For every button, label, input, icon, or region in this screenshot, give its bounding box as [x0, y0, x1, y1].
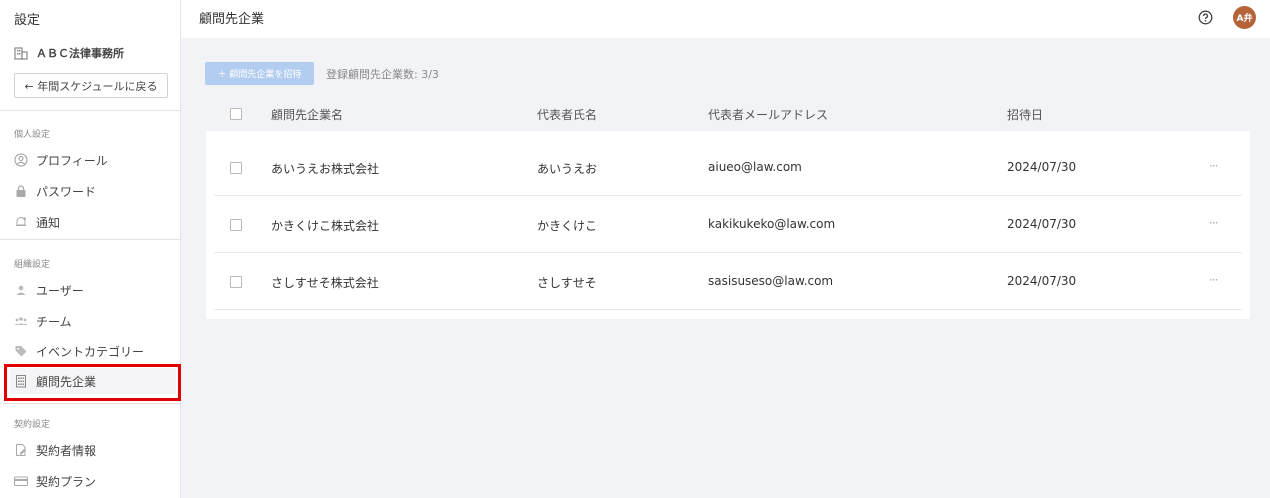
table-row: あいうえお株式会社 あいうえお aiueo@law.com 2024/07/30…: [206, 139, 1250, 196]
table-row: さしすせそ株式会社 さしすせそ sasisuseso@law.com 2024/…: [206, 253, 1250, 310]
sidebar-item-profile[interactable]: プロフィール: [10, 147, 176, 173]
cell-email: aiueo@law.com: [708, 160, 802, 174]
column-header-invite-date: 招待日: [1007, 108, 1044, 122]
divider: [214, 309, 1242, 310]
divider: [0, 239, 180, 240]
row-checkbox[interactable]: [230, 162, 242, 174]
cell-invite-date: 2024/07/30: [1007, 160, 1077, 174]
team-icon: [14, 317, 28, 325]
sidebar-title: 設定: [14, 13, 41, 28]
sidebar-item-label: パスワード: [36, 184, 97, 199]
tag-icon: [15, 346, 27, 357]
registered-count-label: 登録顧問先企業数: 3/3: [326, 68, 439, 81]
cell-company: かきくけこ株式会社: [271, 219, 380, 233]
section-contract: 契約設定: [14, 420, 51, 430]
sidebar-item-label: イベントカテゴリー: [36, 344, 145, 359]
sidebar-item-label: ユーザー: [36, 283, 84, 298]
cell-company: あいうえお株式会社: [271, 162, 380, 176]
invite-client-company-button[interactable]: ＋ 顧問先企業を招待: [205, 62, 314, 85]
select-all-checkbox[interactable]: [230, 108, 242, 120]
sidebar-item-label: 契約者情報: [36, 443, 97, 458]
sidebar-item-label: チーム: [36, 314, 72, 329]
cell-company: さしすせそ株式会社: [271, 276, 379, 290]
sidebar-item-password[interactable]: パスワード: [10, 178, 176, 204]
column-header-company: 顧問先企業名: [271, 108, 344, 122]
user-icon: [16, 285, 26, 295]
row-checkbox[interactable]: [230, 219, 242, 231]
cell-email: sasisuseso@law.com: [708, 274, 834, 288]
section-personal: 個人設定: [14, 130, 51, 140]
avatar[interactable]: A弁: [1233, 6, 1256, 29]
cell-invite-date: 2024/07/30: [1007, 274, 1077, 288]
cell-representative: さしすせそ: [537, 276, 597, 290]
sidebar-item-label: 契約プラン: [36, 474, 97, 489]
more-actions-icon[interactable]: ···: [1209, 216, 1219, 230]
user-circle-icon: [14, 153, 28, 167]
sidebar-item-users[interactable]: ユーザー: [10, 277, 176, 303]
cell-representative: あいうえお: [537, 162, 598, 176]
cell-email: kakikukeko@law.com: [708, 217, 836, 231]
credit-card-icon: [14, 476, 28, 486]
page-header: 顧問先企業 A弁: [181, 0, 1270, 38]
sidebar-item-teams[interactable]: チーム: [10, 308, 176, 334]
sidebar-item-event-category[interactable]: イベントカテゴリー: [10, 338, 176, 364]
more-actions-icon[interactable]: ···: [1209, 273, 1219, 287]
row-checkbox[interactable]: [230, 276, 242, 288]
sidebar-item-contractor-info[interactable]: 契約者情報: [10, 437, 176, 463]
sidebar-item-label: 通知: [36, 215, 61, 230]
page-title: 顧問先企業: [199, 12, 265, 27]
client-company-table: あいうえお株式会社 あいうえお aiueo@law.com 2024/07/30…: [206, 131, 1250, 319]
highlight-annotation: [4, 364, 181, 401]
document-edit-icon: [16, 444, 26, 456]
table-header: 顧問先企業名 代表者氏名 代表者メールアドレス 招待日: [206, 100, 1250, 128]
more-actions-icon[interactable]: ···: [1209, 159, 1219, 173]
help-icon[interactable]: [1198, 10, 1213, 25]
sidebar-item-contract-plan[interactable]: 契約プラン: [10, 468, 176, 494]
organization-name: ＡＢＣ法律事務所: [14, 45, 124, 61]
column-header-representative: 代表者氏名: [537, 108, 598, 122]
sidebar-item-notification[interactable]: 通知: [10, 209, 176, 235]
cell-invite-date: 2024/07/30: [1007, 217, 1077, 231]
sidebar-item-label: プロフィール: [36, 153, 108, 168]
lock-icon: [16, 185, 26, 197]
column-header-email: 代表者メールアドレス: [708, 108, 829, 122]
organization-label: ＡＢＣ法律事務所: [36, 47, 124, 60]
back-to-schedule-button[interactable]: ← 年間スケジュールに戻る: [14, 73, 168, 98]
building-icon: [14, 47, 28, 60]
divider: [0, 403, 180, 404]
table-row: かきくけこ株式会社 かきくけこ kakikukeko@law.com 2024/…: [206, 196, 1250, 253]
cell-representative: かきくけこ: [537, 219, 598, 233]
divider: [0, 110, 180, 111]
sidebar: 設定 ＡＢＣ法律事務所 ← 年間スケジュールに戻る 個人設定 プロフィール パス…: [0, 0, 181, 498]
bell-icon: [16, 217, 26, 226]
section-organization: 組織設定: [14, 260, 51, 270]
